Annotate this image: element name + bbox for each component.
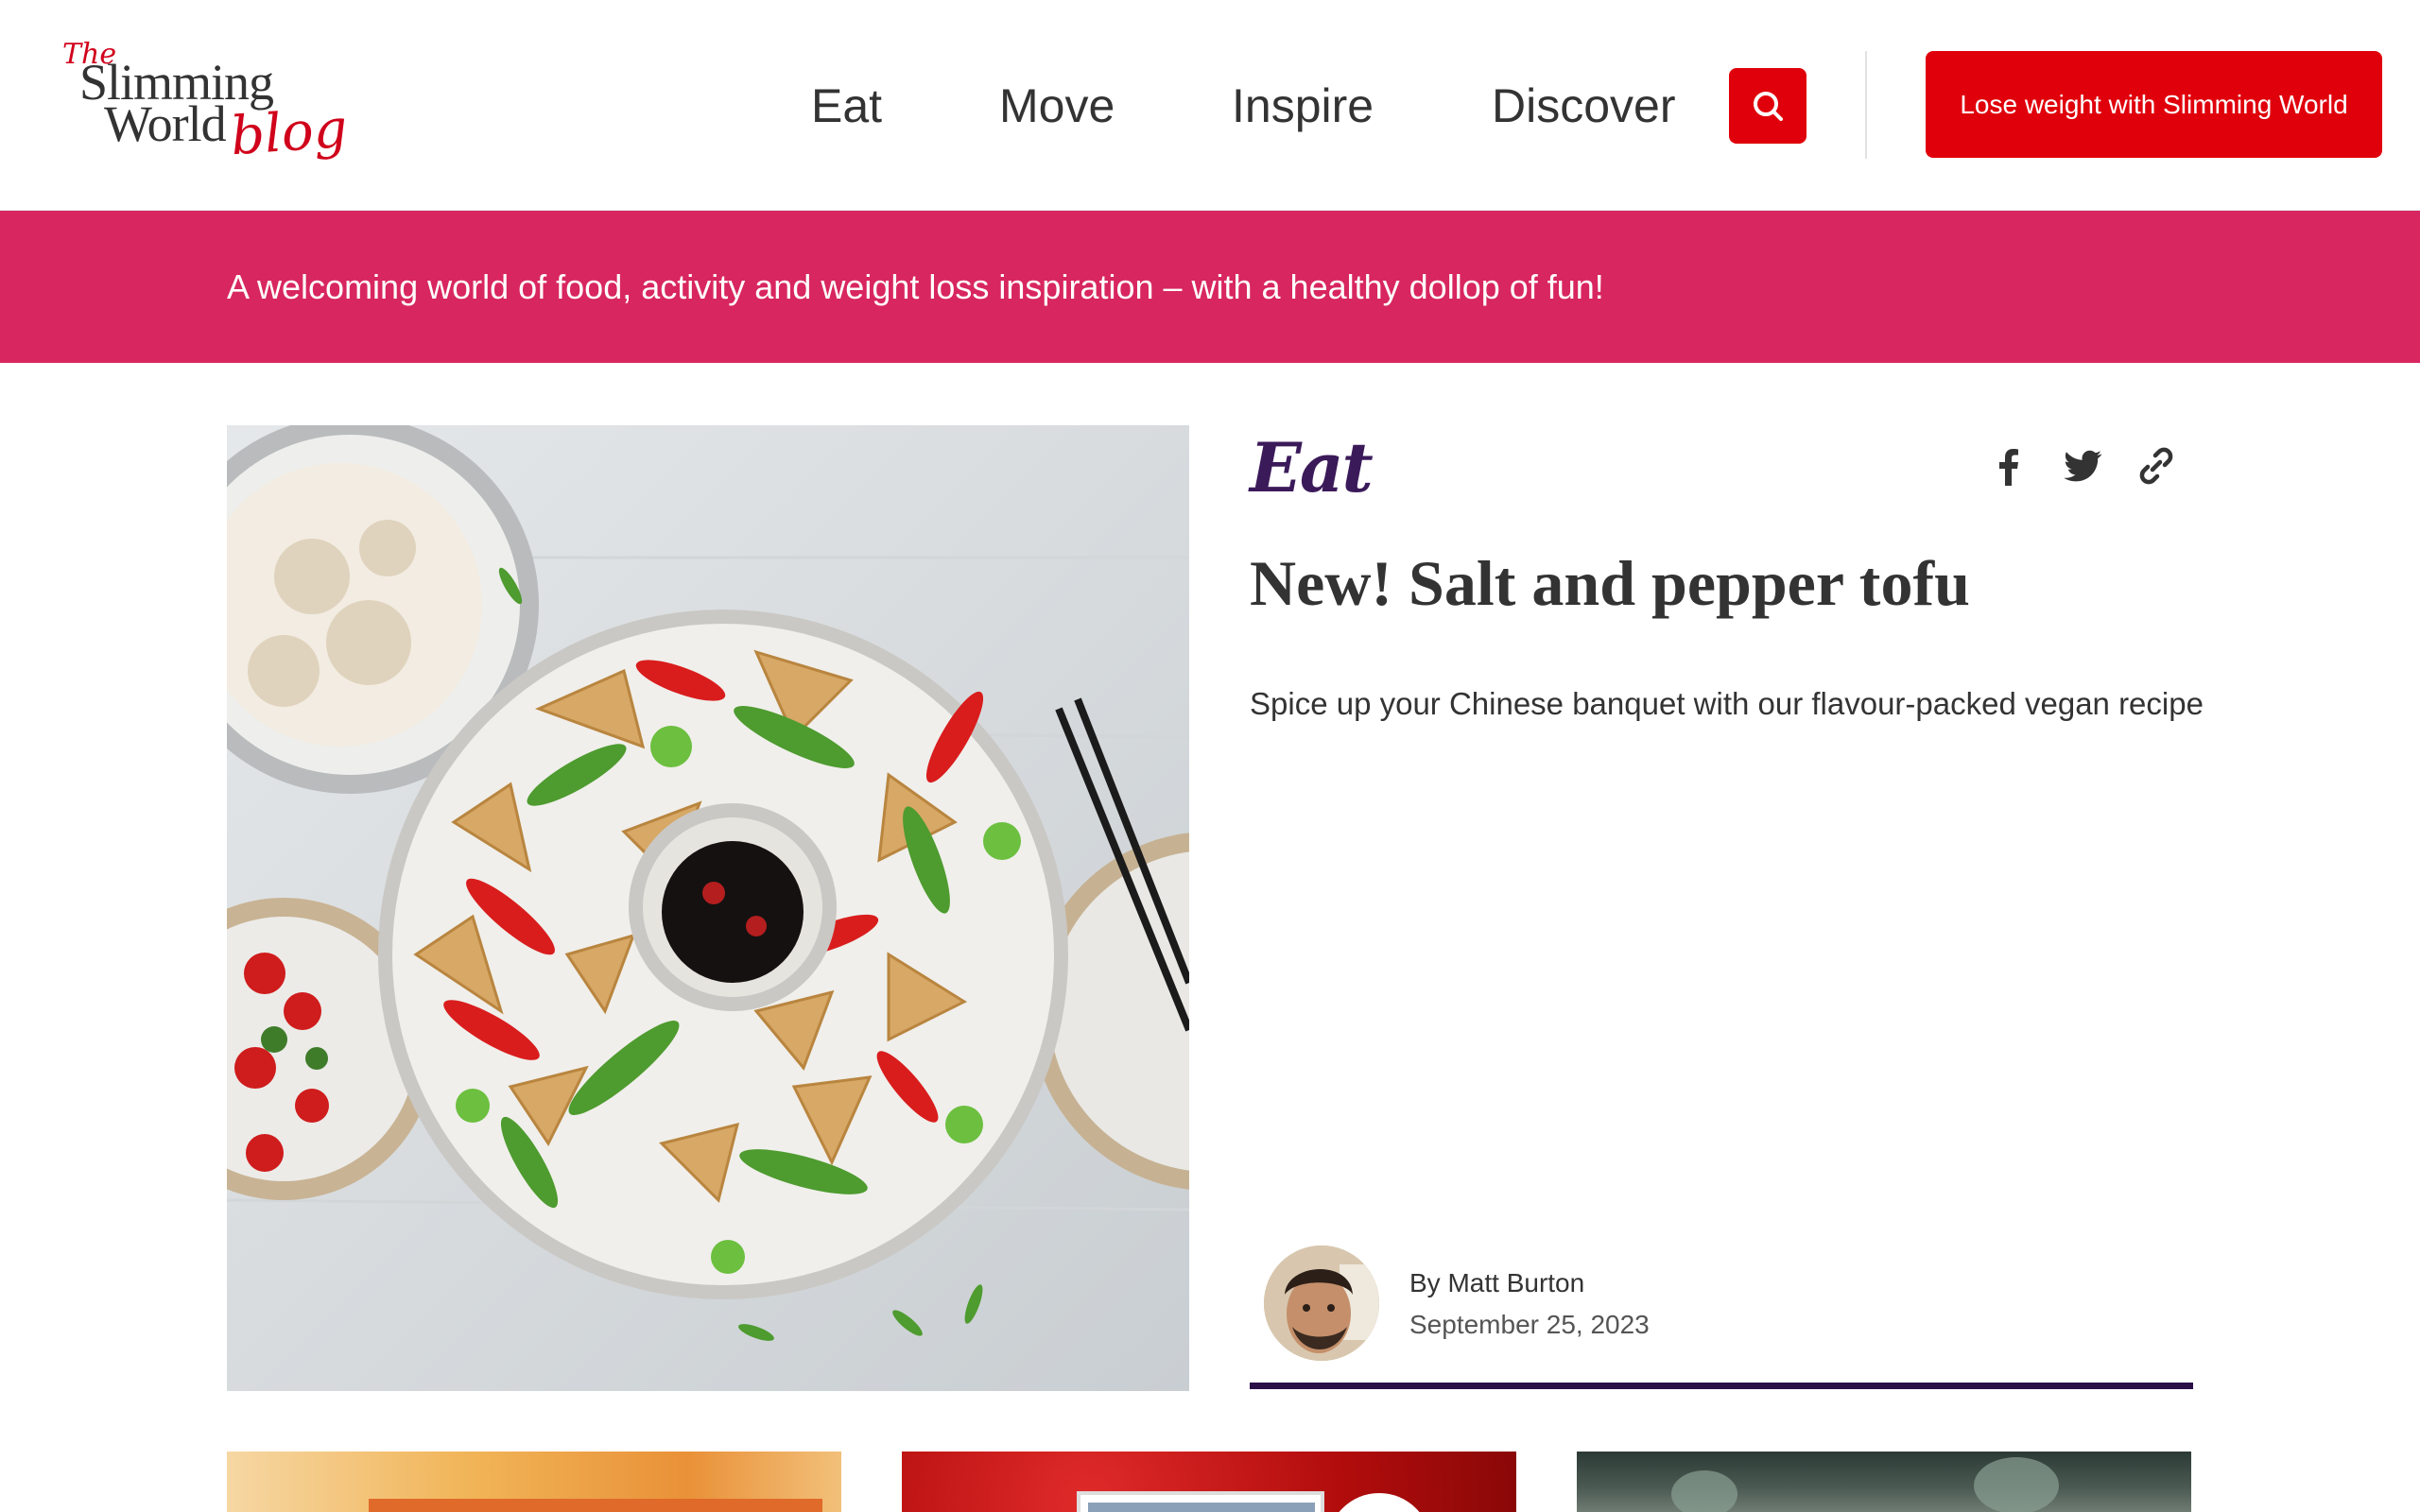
- teaser-card-1-image: [369, 1499, 822, 1512]
- twitter-icon: [2064, 450, 2102, 482]
- tagline-banner: A welcoming world of food, activity and …: [0, 211, 2420, 363]
- featured-image[interactable]: [227, 425, 1189, 1391]
- site-header: The Slimming World blog Eat Move Inspire…: [0, 0, 2420, 211]
- teaser-card-1[interactable]: [227, 1452, 841, 1512]
- teaser-card-3-foliage: [1974, 1457, 2059, 1512]
- logo-world: World: [104, 95, 227, 152]
- share-facebook-button[interactable]: [1987, 444, 2031, 488]
- tagline-text: A welcoming world of food, activity and …: [227, 267, 1604, 306]
- heart-shape: [1327, 1493, 1431, 1512]
- article-title[interactable]: New! Salt and pepper tofu: [1250, 546, 1970, 621]
- teaser-card-2-photo: [1077, 1491, 1324, 1512]
- site-logo[interactable]: The Slimming World blog: [60, 38, 349, 180]
- logo-blog: blog: [228, 97, 350, 168]
- search-button[interactable]: [1729, 68, 1806, 144]
- author-avatar: [1264, 1246, 1379, 1361]
- link-icon: [2139, 447, 2173, 485]
- tofu-dish-illustration: [227, 425, 1189, 1391]
- lose-weight-cta-button[interactable]: Lose weight with Slimming World: [1926, 51, 2382, 158]
- article-underline: [1250, 1383, 2193, 1389]
- teaser-card-3[interactable]: [1577, 1452, 2191, 1512]
- search-icon: [1754, 92, 1783, 121]
- article-subtitle: Spice up your Chinese banquet with our f…: [1250, 686, 2204, 721]
- teaser-card-3-foliage: [1671, 1470, 1737, 1512]
- nav-item-eat[interactable]: Eat: [811, 66, 882, 146]
- teaser-card-2[interactable]: [902, 1452, 1516, 1512]
- share-twitter-button[interactable]: [2061, 444, 2104, 488]
- nav-item-discover[interactable]: Discover: [1492, 66, 1675, 146]
- header-divider: [1865, 51, 1867, 159]
- publish-date: September 25, 2023: [1409, 1310, 1650, 1339]
- article-category[interactable]: Eat: [1250, 427, 1374, 507]
- nav-item-inspire[interactable]: Inspire: [1232, 66, 1374, 146]
- author-name[interactable]: By Matt Burton: [1409, 1268, 1584, 1298]
- facebook-icon: [1999, 449, 2018, 486]
- copy-link-button[interactable]: [2135, 444, 2178, 488]
- nav-item-move[interactable]: Move: [999, 66, 1115, 146]
